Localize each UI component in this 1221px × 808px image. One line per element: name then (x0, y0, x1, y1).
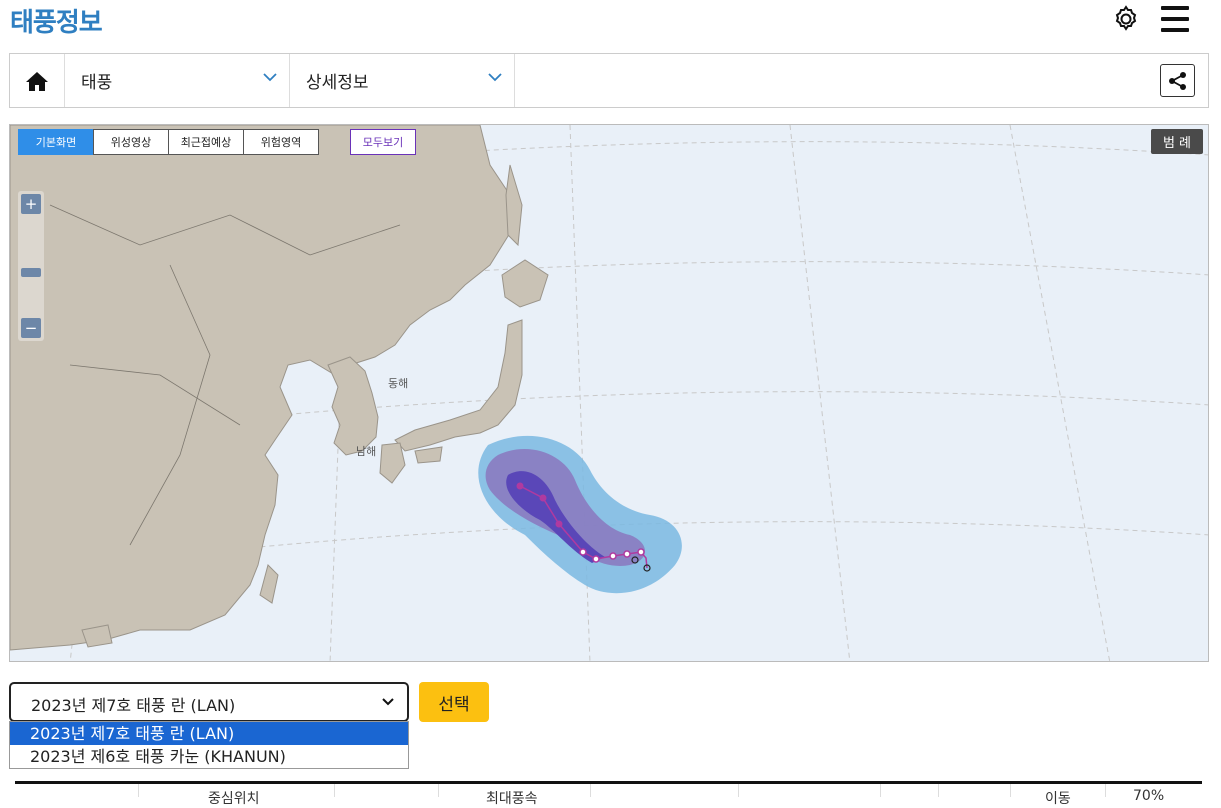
tab-danger-zone[interactable]: 위험영역 (243, 129, 319, 155)
south-sea-label: 남해 (356, 444, 376, 458)
mainland-shape (10, 125, 516, 651)
korea-shape (327, 356, 379, 456)
typhoon-option[interactable]: 2023년 제7호 태풍 란 (LAN) (10, 722, 408, 745)
hamburger-menu-icon[interactable] (1161, 6, 1189, 32)
tab-default-view[interactable]: 기본화면 (18, 129, 94, 155)
tab-closest-approach[interactable]: 최근접예상 (168, 129, 244, 155)
page-title: 태풍정보 (10, 8, 103, 38)
chevron-down-icon (263, 73, 277, 82)
tab-satellite[interactable]: 위성영상 (93, 129, 169, 155)
zoom-in-button[interactable]: + (21, 194, 41, 214)
typhoon-option[interactable]: 2023년 제6호 태풍 카눈 (KHANUN) (10, 745, 408, 768)
table-header-cell: 이동 (1045, 791, 1071, 807)
table-header-cell: 최대풍속 (486, 791, 538, 807)
home-icon (26, 71, 48, 91)
chevron-down-icon (488, 73, 502, 82)
view-all-button[interactable]: 모두보기 (350, 129, 416, 155)
typhoon-select-dropdown: 2023년 제7호 태풍 란 (LAN) 2023년 제6호 태풍 카눈 (KH… (9, 721, 409, 769)
category-select-label: 태풍 (81, 73, 113, 93)
detail-select[interactable]: 상세정보 (290, 54, 515, 107)
legend-button[interactable]: 범 례 (1151, 129, 1203, 154)
zoom-control: + − (18, 191, 44, 341)
east-sea-label: 동해 (388, 376, 408, 390)
map-canvas: 동해 남해 (10, 125, 1208, 661)
table-header-cell: 중심위치 (208, 791, 260, 807)
zoom-slider-handle[interactable] (21, 268, 41, 277)
detail-select-label: 상세정보 (306, 73, 369, 93)
table-header-cell: 70% (1133, 788, 1165, 804)
info-table-header (15, 784, 1202, 797)
share-button[interactable] (1160, 64, 1195, 97)
share-icon (1168, 71, 1186, 90)
category-select[interactable]: 태풍 (65, 54, 290, 107)
map-view-tabs: 기본화면 위성영상 최근접예상 위험영역 (18, 129, 319, 155)
typhoon-map[interactable]: 동해 남해 기본화면 위성영상 최근접예상 위험영역 모두보기 범 례 + − (9, 124, 1209, 662)
japan-shape (394, 319, 523, 452)
home-button[interactable] (10, 54, 65, 107)
select-button[interactable]: 선택 (419, 682, 489, 722)
typhoon-select[interactable]: 2023년 제7호 태풍 란 (LAN) (9, 682, 409, 722)
top-bar: 태풍정보 (0, 0, 1221, 46)
chevron-down-icon (382, 698, 394, 706)
zoom-out-button[interactable]: − (21, 318, 41, 338)
typhoon-select-value: 2023년 제7호 태풍 란 (LAN) (31, 696, 236, 715)
breadcrumb-nav: 태풍 상세정보 (9, 53, 1209, 108)
gear-icon[interactable] (1111, 4, 1141, 34)
